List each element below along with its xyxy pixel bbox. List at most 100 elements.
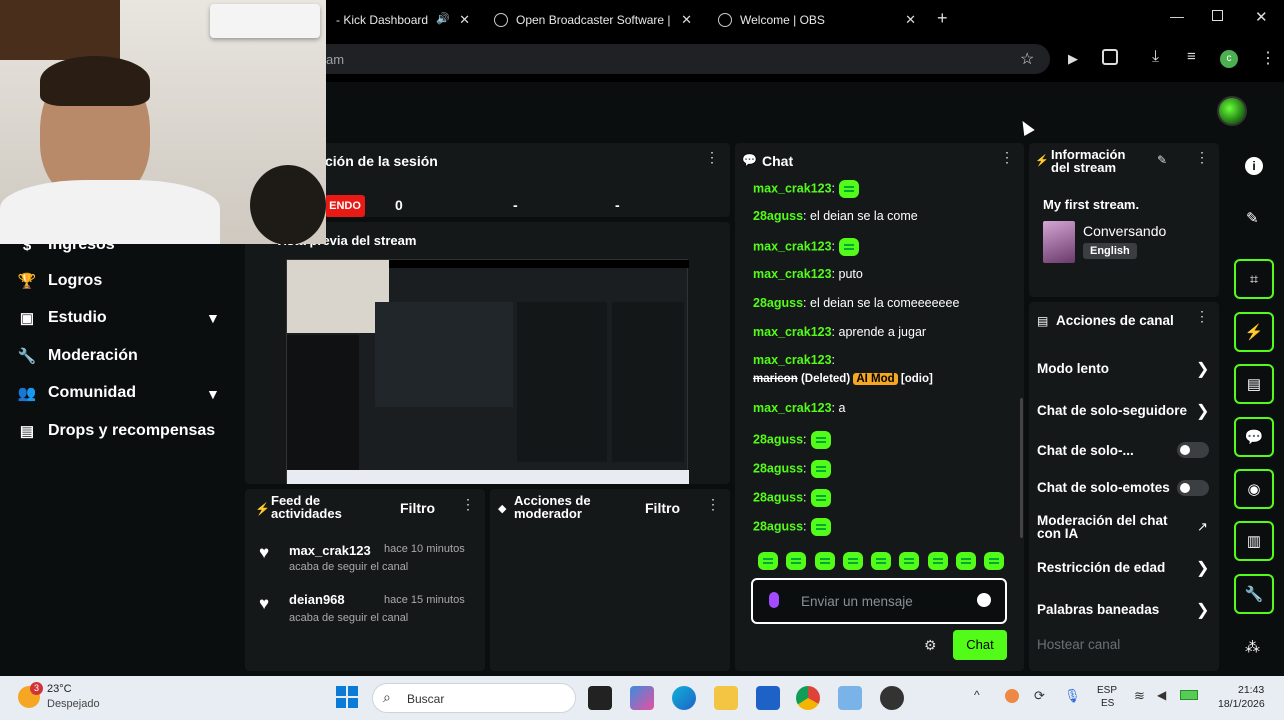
emote-icon[interactable] [786, 552, 807, 570]
chat-username[interactable]: 28aguss [753, 296, 803, 310]
stream-preview-video[interactable] [286, 259, 689, 484]
more-options-icon[interactable]: ⋮ [706, 497, 720, 511]
clock-date[interactable]: 18/1/2026 [1218, 698, 1265, 710]
microphone-tray-icon[interactable]: 🎙 [1064, 688, 1081, 704]
profile-avatar[interactable]: c [1220, 50, 1238, 68]
chat-scrollbar[interactable] [1020, 398, 1023, 538]
action-age-restriction[interactable]: Restricción de edad [1037, 560, 1212, 575]
browser-menu-icon[interactable]: ⋮ [1260, 48, 1276, 68]
battery-icon[interactable] [1180, 690, 1198, 700]
emote-icon[interactable] [842, 552, 863, 570]
audio-icon[interactable]: 🔊 [436, 12, 450, 25]
sync-icon[interactable]: ⟳ [1034, 688, 1045, 704]
chrome-icon[interactable] [796, 686, 820, 710]
download-icon[interactable]: ⤓ [1152, 48, 1159, 66]
chevron-down-icon[interactable]: ▼ [206, 386, 220, 402]
document-icon[interactable]: ▤ [1234, 364, 1274, 404]
chat-username[interactable]: 28aguss [753, 490, 803, 504]
minimize-icon[interactable]: — [1170, 8, 1184, 24]
obs-icon[interactable] [880, 686, 904, 710]
chat-username[interactable]: 28aguss [753, 519, 803, 533]
wifi-icon[interactable]: ≋ [1134, 688, 1145, 704]
chat-username[interactable]: max_crak123 [753, 325, 832, 339]
sidebar-item-estudio[interactable]: ▣ Estudio [18, 309, 107, 327]
emote-icon[interactable] [899, 552, 920, 570]
category-thumbnail[interactable] [1043, 221, 1075, 263]
emote-icon[interactable] [871, 552, 891, 570]
play-icon[interactable]: ▶ [1068, 51, 1078, 67]
sidebar-item-moderacion[interactable]: 🔧 Moderación [18, 347, 138, 365]
store-icon[interactable] [756, 686, 780, 710]
tab-obs[interactable]: Open Broadcaster Software | OI ✕ [494, 6, 694, 34]
more-options-icon[interactable]: ⋮ [1195, 150, 1209, 164]
chat-username[interactable]: max_crak123 [753, 267, 832, 281]
stream-category[interactable]: Conversando [1083, 223, 1166, 239]
send-chat-button[interactable]: Chat [953, 630, 1007, 660]
chevron-down-icon[interactable]: ▼ [206, 310, 220, 326]
windows-start-icon[interactable] [336, 686, 358, 708]
edge-icon[interactable] [672, 686, 696, 710]
action-banned-words[interactable]: Palabras baneadas [1037, 602, 1212, 617]
emoji-icon[interactable] [977, 593, 991, 607]
user-avatar[interactable] [1217, 96, 1247, 126]
chat-username[interactable]: max_crak123 [753, 401, 832, 415]
volume-icon[interactable]: ◀ [1157, 688, 1166, 702]
emote-icon[interactable] [984, 552, 1004, 570]
address-bar[interactable]: am ☆ [310, 44, 1050, 74]
chevron-right-icon[interactable]: ❯ [1196, 600, 1209, 620]
chevron-right-icon[interactable]: ❯ [1196, 359, 1209, 379]
close-tab-icon[interactable]: ✕ [905, 12, 916, 28]
action-followers-only[interactable]: Chat de solo-seguidores [1037, 403, 1187, 418]
chevron-up-icon[interactable]: ^ [974, 688, 980, 702]
taskbar-search[interactable]: ⌕ Buscar [372, 683, 576, 713]
external-link-icon[interactable]: ↗ [1197, 519, 1208, 535]
chat-username[interactable]: 28aguss [753, 461, 803, 475]
screenshot-icon[interactable]: ⌗ [1234, 259, 1274, 299]
emote-icon[interactable] [955, 552, 976, 570]
action-host-channel[interactable]: Hostear canal [1037, 637, 1212, 652]
action-slow-mode[interactable]: Modo lento [1037, 361, 1212, 376]
emote-icon[interactable] [758, 552, 778, 570]
close-window-icon[interactable]: ✕ [1255, 8, 1268, 26]
media-control-icon[interactable]: ≡ [1187, 48, 1196, 65]
broadcast-icon[interactable]: ◉ [1234, 469, 1274, 509]
file-explorer-icon[interactable] [714, 686, 738, 710]
feed-user[interactable]: max_crak123 [289, 543, 371, 558]
chevron-right-icon[interactable]: ❯ [1196, 558, 1209, 578]
modactions-filter-button[interactable]: Filtro [645, 500, 680, 516]
chat-username[interactable]: 28aguss [753, 432, 803, 446]
settings-gear-icon[interactable]: ⚙ [924, 637, 937, 654]
chat-username[interactable]: max_crak123 [753, 353, 832, 367]
more-options-icon[interactable]: ⋮ [705, 150, 719, 164]
tab-welcome-obs[interactable]: Welcome | OBS ✕ [718, 6, 918, 34]
close-tab-icon[interactable]: ✕ [459, 12, 470, 28]
more-options-icon[interactable]: ⋮ [1000, 150, 1014, 164]
edit-pencil-icon[interactable]: ✎ [1157, 153, 1167, 167]
bookmark-star-icon[interactable]: ☆ [1020, 49, 1034, 69]
action-ai-moderation[interactable]: Moderación del chat con IA [1037, 514, 1187, 541]
sidebar-item-logros[interactable]: 🏆 Logros [18, 272, 103, 290]
more-options-icon[interactable]: ⋮ [461, 497, 475, 511]
task-view-icon[interactable] [588, 686, 612, 710]
info-icon[interactable]: i [1245, 157, 1263, 175]
feed-user[interactable]: deian968 [289, 592, 345, 607]
layout-icon[interactable]: ▥ [1234, 521, 1274, 561]
emote-icon[interactable] [927, 552, 948, 570]
clock-time[interactable]: 21:43 [1238, 684, 1264, 696]
chat-username[interactable]: 28aguss [753, 209, 803, 223]
lang-primary[interactable]: ESP [1097, 685, 1117, 696]
chevron-right-icon[interactable]: ❯ [1196, 401, 1209, 421]
close-tab-icon[interactable]: ✕ [681, 12, 692, 28]
chat-username[interactable]: max_crak123 [753, 239, 832, 253]
tab-kick-dashboard[interactable]: - Kick Dashboard 🔊 ✕ [336, 6, 476, 34]
dots-cluster-icon[interactable]: ⁂ [1245, 638, 1260, 656]
notepad-icon[interactable] [838, 686, 862, 710]
emote-icon[interactable] [814, 552, 835, 570]
sidebar-item-drops[interactable]: ▤ Drops y recompensas [18, 422, 215, 440]
tray-app-icon[interactable] [1005, 689, 1019, 703]
subs-only-toggle[interactable] [1177, 442, 1209, 458]
microphone-icon[interactable] [769, 592, 779, 608]
chat-username[interactable]: max_crak123 [753, 181, 832, 195]
chat-input[interactable]: Enviar un mensaje [751, 578, 1007, 624]
wrench-icon[interactable]: 🔧 [1234, 574, 1274, 614]
